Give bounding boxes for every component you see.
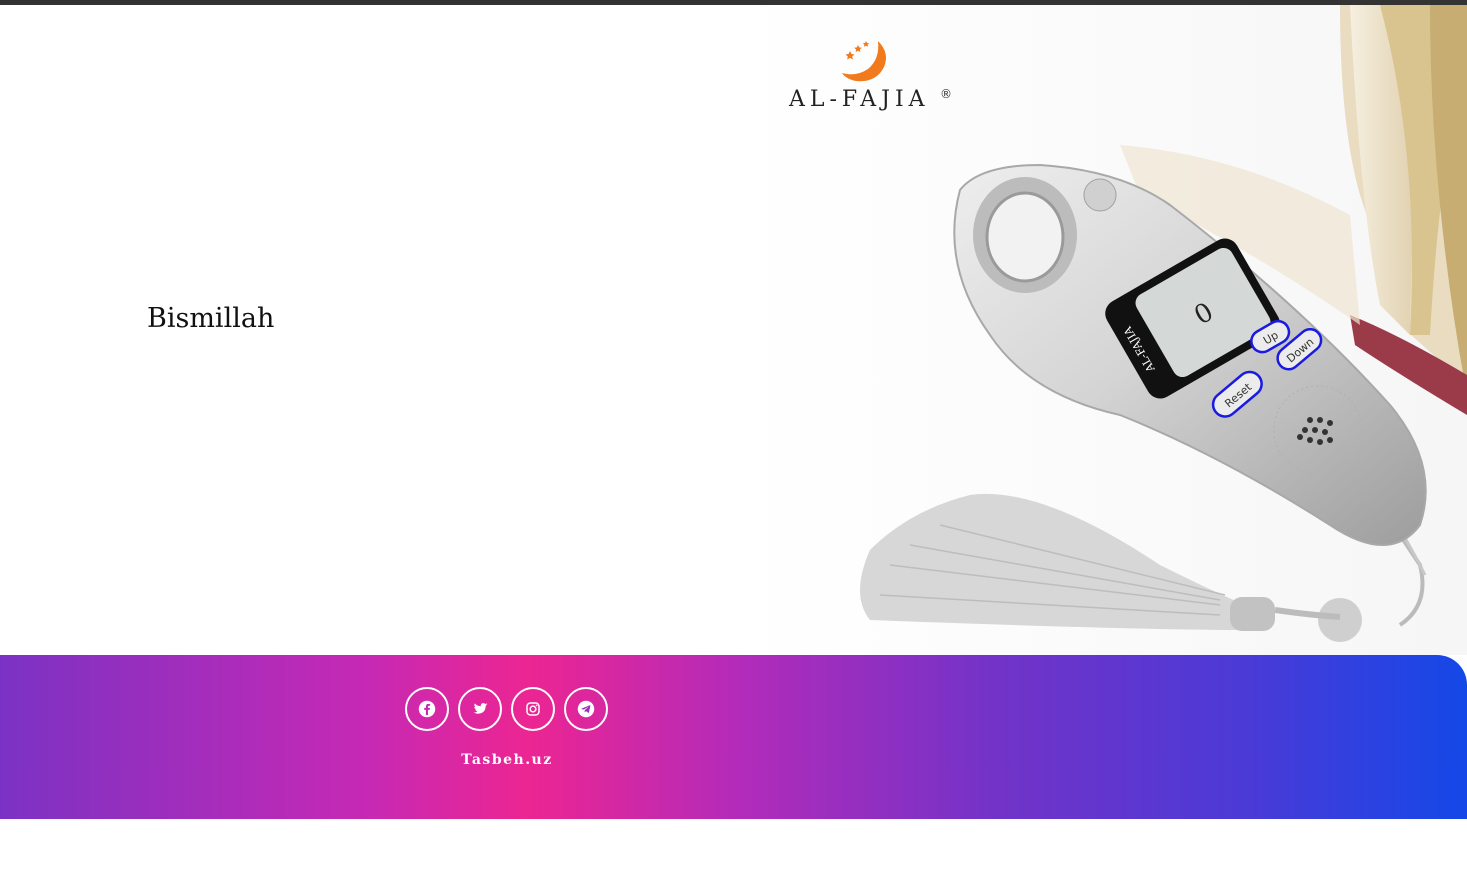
twitter-icon [473, 703, 488, 714]
facebook-icon [418, 700, 436, 718]
social-links [405, 687, 608, 731]
twitter-link[interactable] [458, 687, 502, 731]
telegram-icon [577, 700, 595, 718]
facebook-link[interactable] [405, 687, 449, 731]
brand-name: AL-FAJIA [789, 87, 930, 112]
footer: Tasbeh.uz [0, 655, 1467, 819]
registered-mark: ® [940, 87, 952, 101]
hero-section: Bismillah 0 AL-FAJIA Up Down Reset AL-FA… [0, 5, 1467, 655]
brand-crescent-logo-icon [842, 41, 886, 82]
footer-site-name: Tasbeh.uz [461, 752, 553, 768]
hero-heading: Bismillah [147, 303, 275, 334]
telegram-link[interactable] [564, 687, 608, 731]
instagram-icon [526, 702, 540, 716]
instagram-link[interactable] [511, 687, 555, 731]
